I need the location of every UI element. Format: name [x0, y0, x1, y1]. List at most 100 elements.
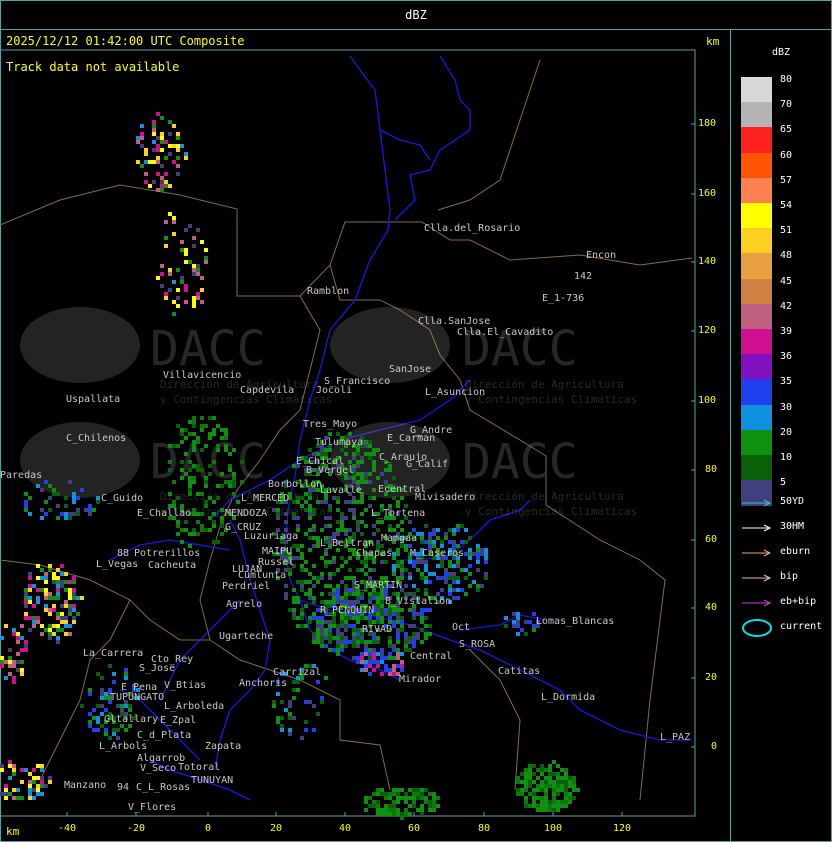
echo-pixel: [116, 704, 120, 708]
echo-pixel: [180, 248, 184, 252]
echo-pixel: [348, 640, 352, 644]
track-legend-label: current: [780, 621, 823, 632]
echo-pixel: [216, 424, 220, 428]
echo-pixel: [308, 572, 312, 576]
echo-pixel: [56, 504, 60, 508]
echo-pixel: [312, 704, 316, 708]
echo-pixel: [284, 584, 288, 588]
echo-pixel: [296, 600, 300, 604]
legend-swatch: [741, 455, 772, 481]
echo-pixel: [48, 632, 52, 636]
echo-pixel: [276, 716, 280, 720]
echo-pixel: [36, 792, 40, 796]
echo-pixel: [92, 728, 96, 732]
echo-pixel: [4, 624, 8, 628]
echo-pixel: [388, 468, 392, 472]
echo-pixel: [324, 584, 328, 588]
echo-pixel: [192, 440, 196, 444]
echo-pixel: [396, 640, 400, 644]
echo-pixel: [352, 600, 356, 604]
echo-pixel: [372, 468, 376, 472]
echo-pixel: [540, 764, 544, 768]
echo-pixel: [304, 500, 308, 504]
echo-pixel: [384, 812, 388, 816]
echo-pixel: [464, 552, 468, 556]
echo-pixel: [0, 664, 4, 668]
place-label: Catitas: [498, 666, 540, 677]
place-label: Clla.El_Cavadito: [457, 327, 553, 338]
echo-pixel: [328, 628, 332, 632]
echo-pixel: [164, 244, 168, 248]
radar-map[interactable]: DACC DACC DACC DACC Dirección de Agricul…: [0, 29, 731, 842]
echo-pixel: [404, 568, 408, 572]
echo-pixel: [56, 636, 60, 640]
echo-pixel: [424, 788, 428, 792]
echo-pixel: [308, 548, 312, 552]
echo-pixel: [544, 792, 548, 796]
echo-pixel: [364, 472, 368, 476]
echo-pixel: [540, 800, 544, 804]
echo-pixel: [528, 776, 532, 780]
echo-pixel: [12, 632, 16, 636]
echo-pixel: [420, 792, 424, 796]
echo-pixel: [196, 296, 200, 300]
echo-pixel: [176, 524, 180, 528]
echo-pixel: [452, 576, 456, 580]
echo-pixel: [20, 780, 24, 784]
echo-pixel: [44, 596, 48, 600]
echo-pixel: [192, 512, 196, 516]
echo-pixel: [484, 552, 488, 556]
echo-pixel: [332, 600, 336, 604]
echo-pixel: [344, 532, 348, 536]
echo-pixel: [312, 564, 316, 568]
echo-pixel: [304, 720, 308, 724]
echo-pixel: [368, 640, 372, 644]
echo-pixel: [288, 728, 292, 732]
echo-pixel: [320, 592, 324, 596]
echo-pixel: [40, 784, 44, 788]
echo-pixel: [32, 796, 36, 800]
echo-pixel: [180, 276, 184, 280]
echo-pixel: [456, 524, 460, 528]
echo-pixel: [64, 600, 68, 604]
echo-pixel: [400, 624, 404, 628]
echo-pixel: [24, 492, 28, 496]
echo-pixel: [140, 164, 144, 168]
echo-pixel: [344, 624, 348, 628]
echo-pixel: [316, 628, 320, 632]
echo-pixel: [400, 652, 404, 656]
echo-pixel: [356, 632, 360, 636]
echo-pixel: [332, 596, 336, 600]
echo-pixel: [516, 792, 520, 796]
place-label: G_Calif: [406, 459, 448, 470]
echo-pixel: [184, 288, 188, 292]
echo-pixel: [392, 624, 396, 628]
echo-pixel: [68, 624, 72, 628]
echo-pixel: [184, 472, 188, 476]
echo-pixel: [356, 528, 360, 532]
echo-pixel: [412, 528, 416, 532]
echo-pixel: [432, 796, 436, 800]
echo-pixel: [372, 488, 376, 492]
echo-pixel: [484, 548, 488, 552]
echo-pixel: [564, 792, 568, 796]
echo-pixel: [308, 588, 312, 592]
echo-pixel: [112, 732, 116, 736]
echo-pixel: [44, 604, 48, 608]
echo-pixel: [176, 304, 180, 308]
echo-pixel: [400, 660, 404, 664]
echo-pixel: [504, 624, 508, 628]
echo-pixel: [72, 592, 76, 596]
echo-pixel: [408, 812, 412, 816]
echo-pixel: [372, 452, 376, 456]
echo-pixel: [16, 640, 20, 644]
echo-pixel: [44, 628, 48, 632]
echo-pixel: [328, 504, 332, 508]
echo-pixel: [88, 504, 92, 508]
echo-pixel: [548, 800, 552, 804]
echo-pixel: [316, 640, 320, 644]
place-label: Cacheuta: [148, 560, 196, 571]
echo-pixel: [444, 532, 448, 536]
y-tick-label: 0: [711, 741, 718, 752]
echo-pixel: [72, 608, 76, 612]
